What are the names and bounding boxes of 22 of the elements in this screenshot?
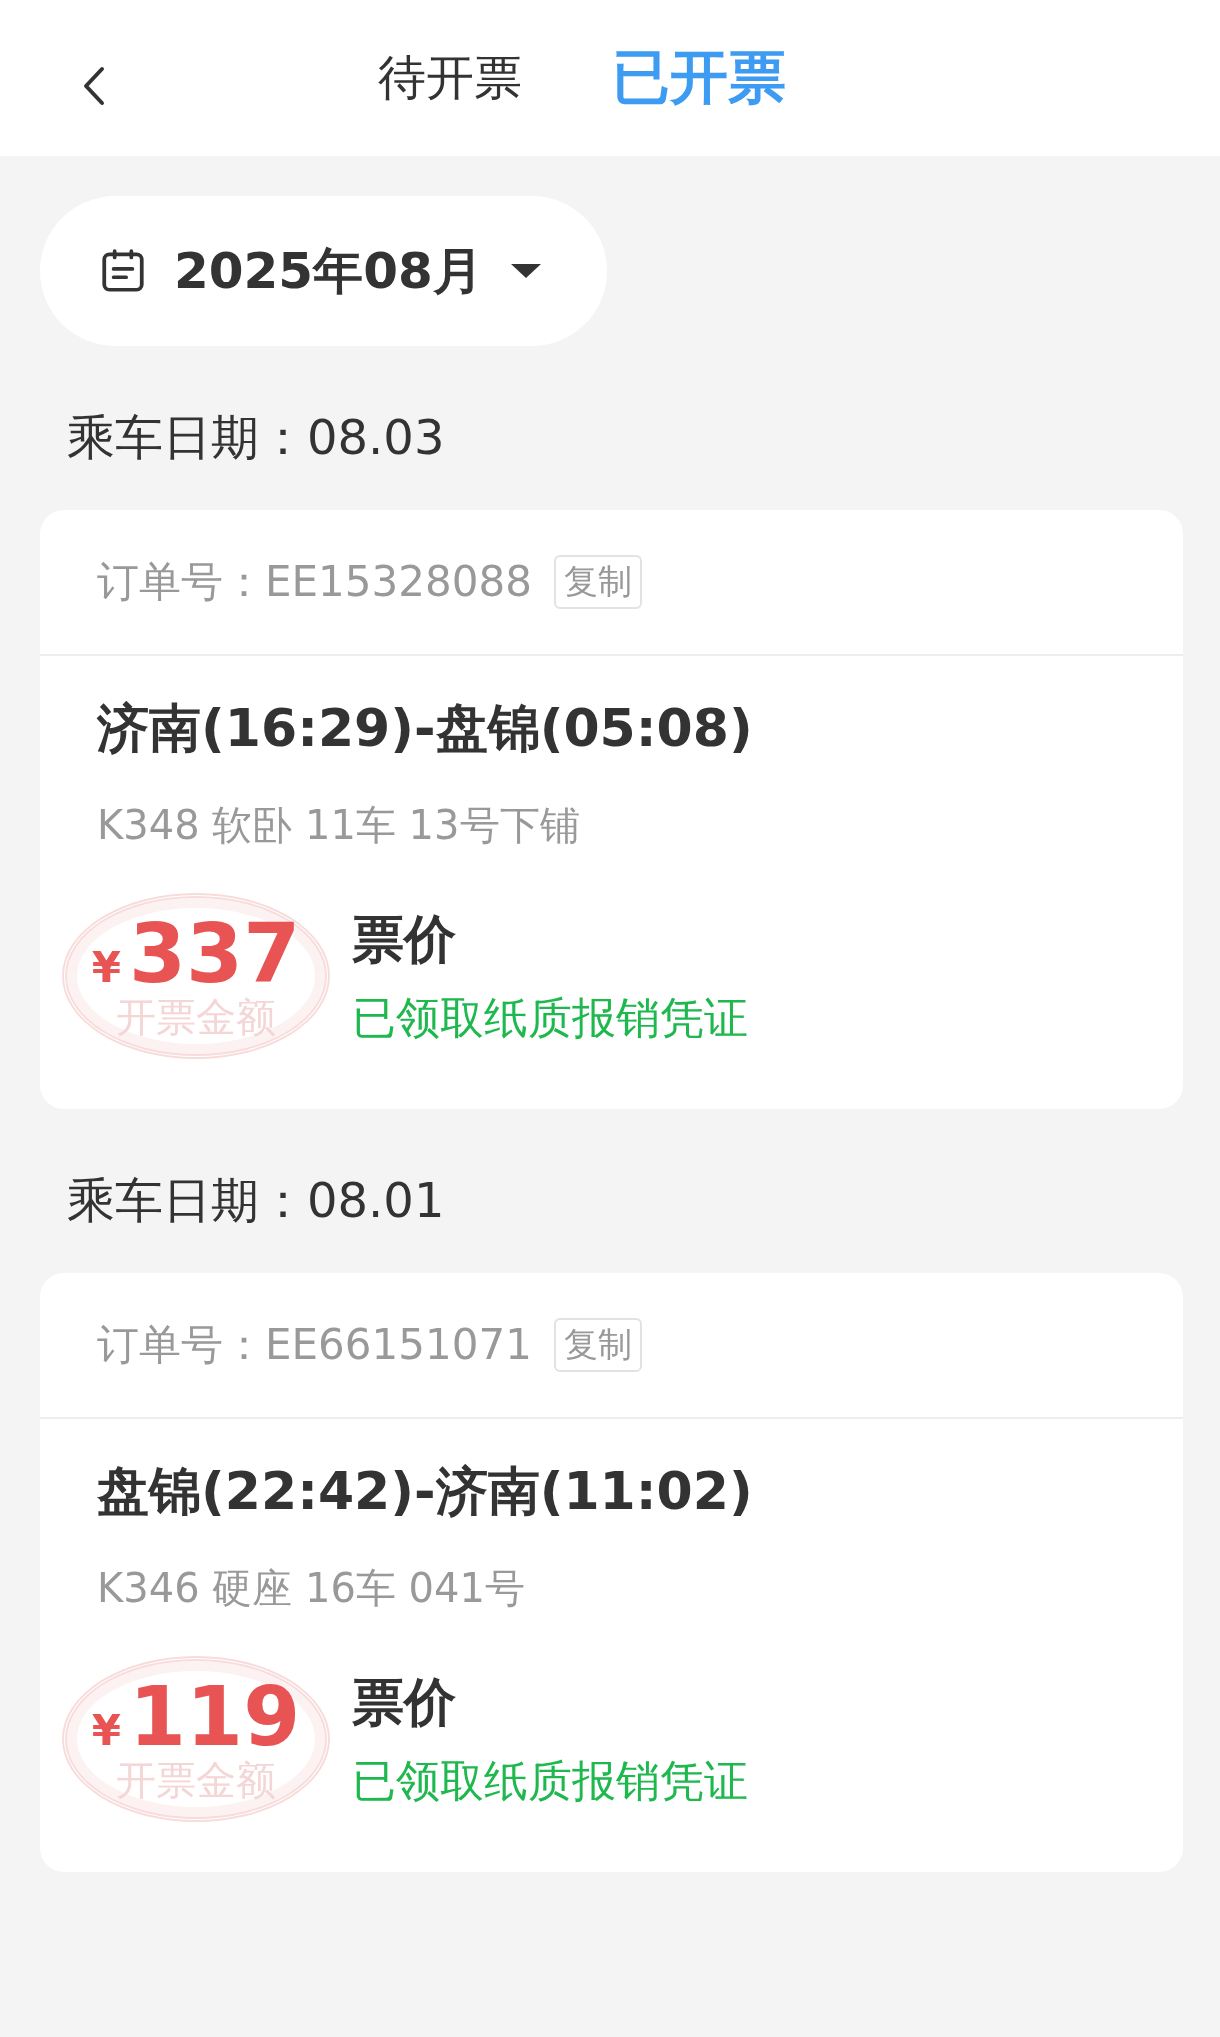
travel-date: 乘车日期：08.01 [67, 1171, 446, 1230]
seat-info: K346 硬座 16车 041号 [96, 1564, 526, 1613]
price-label: 票价 [352, 907, 457, 971]
invoice-amount: 119 [129, 1676, 301, 1758]
invoice-amount: 337 [129, 913, 301, 995]
route-title: 盘锦(22:42)-济南(11:02) [96, 1460, 754, 1523]
tab[interactable]: 已开票 [612, 39, 786, 117]
invoice-status: 已领取纸质报销凭证 [352, 1753, 748, 1808]
travel-date: 乘车日期：08.03 [67, 408, 446, 467]
route-title: 济南(16:29)-盘锦(05:08) [95, 697, 754, 760]
price-label: 票价 [352, 1670, 457, 1734]
copy-button[interactable]: 复制 [553, 555, 642, 609]
tab[interactable]: 待开票 [378, 46, 522, 110]
month-picker[interactable]: 2025年08月 [40, 196, 607, 346]
copy-button[interactable]: 复制 [553, 1318, 642, 1372]
back-icon[interactable] [82, 66, 106, 106]
order-number: 订单号：EE66151071 [97, 1319, 532, 1371]
seat-info: K348 软卧 11车 13号下铺 [96, 801, 581, 850]
currency-symbol: ¥ [91, 1706, 122, 1755]
currency-symbol: ¥ [91, 943, 122, 992]
order-number: 订单号：EE15328088 [97, 556, 532, 608]
invoice-status: 已领取纸质报销凭证 [352, 990, 748, 1045]
